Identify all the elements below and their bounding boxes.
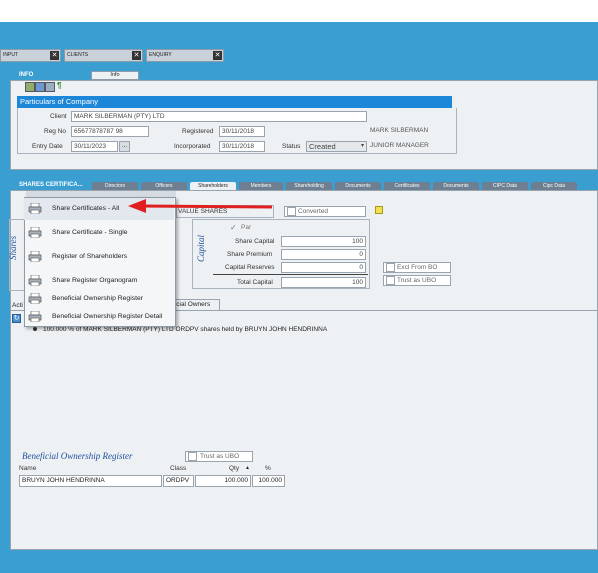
annotation-arrow-icon [128, 199, 273, 213]
window-tab-label: INPUT [3, 52, 18, 58]
total-capital-field[interactable]: 100 [281, 277, 366, 288]
menu-item-label: Share Register Organogram [52, 277, 138, 284]
share-premium-label: Share Premium [227, 251, 273, 258]
tab-members[interactable]: Members [239, 182, 283, 190]
window-tab-label: ENQUIRY [149, 52, 172, 58]
registered-label: Registered [182, 128, 214, 135]
tab-directors[interactable]: Directors [92, 182, 138, 190]
par-check-icon[interactable]: ✓ [230, 223, 237, 232]
converted-field[interactable]: Converted [284, 206, 366, 217]
menu-item-label: Beneficial Ownership Register [52, 295, 144, 302]
row-pct-cell[interactable]: 100.000 [252, 475, 285, 487]
printer-icon[interactable] [45, 82, 55, 92]
total-divider [213, 274, 368, 275]
excl-from-bo-checkbox[interactable] [386, 263, 395, 272]
status-value: Created [309, 142, 336, 151]
menu-item-label: Share Certificate - Single [52, 229, 128, 236]
tab-cipc-data[interactable]: CIPC Data [482, 182, 528, 190]
refresh-icon[interactable]: ↻ [12, 314, 21, 323]
shares-section-title: SHARES CERTIFICA... [19, 182, 83, 188]
menu-item-label: Beneficial Ownership Register Detail [52, 313, 163, 320]
person-role: JUNIOR MANAGER [370, 142, 429, 149]
chevron-down-icon: ▾ [360, 143, 364, 149]
menu-item-register-of-shareholders[interactable]: Register of Shareholders [24, 246, 174, 268]
tab-beneficial-owners[interactable]: ficial Owners [172, 299, 220, 310]
window-tab-input[interactable]: INPUT ✕ [0, 49, 61, 62]
client-label: Client [50, 113, 67, 120]
info-section-title: INFO [19, 72, 34, 78]
entry-date-field[interactable]: 30/11/2023 [71, 141, 118, 152]
tab-shareholding[interactable]: Shareholding [286, 182, 332, 190]
regno-field[interactable]: 65677878787 98 [71, 126, 149, 137]
window-tab-clients[interactable]: CLIENTS ✕ [64, 49, 143, 62]
tab-shareholders[interactable]: Shareholders [190, 182, 236, 190]
window-tab-enquiry[interactable]: ENQUIRY ✕ [146, 49, 224, 62]
row-qty-cell[interactable]: 100.000 [195, 475, 251, 487]
total-capital-label: Total Capital [237, 279, 273, 286]
person-name: MARK SILBERMAN [370, 127, 429, 134]
close-icon[interactable]: ✕ [213, 51, 222, 60]
regno-label: Reg No [44, 128, 67, 135]
col-class-header[interactable]: Class [170, 465, 186, 472]
printer-icon [28, 311, 42, 322]
bo-register-title: Beneficial Ownership Register [22, 451, 133, 461]
printer-icon [28, 251, 42, 262]
tree-icon[interactable]: ¶ [57, 82, 67, 90]
menu-item-label: Share Certificates - All [52, 205, 120, 212]
entry-date-label: Entry Date [32, 143, 63, 150]
share-premium-field[interactable]: 0 [281, 249, 366, 260]
share-capital-label: Share Capital [235, 238, 275, 245]
bo-trust-label: Trust as UBO [200, 453, 240, 460]
save-icon[interactable] [35, 82, 45, 92]
tab-officers[interactable]: Officers [141, 182, 187, 190]
incorporated-label: Incorporated [174, 143, 211, 150]
shares-vertical-label: Shares [8, 235, 18, 260]
close-icon[interactable]: ✕ [132, 51, 141, 60]
converted-label: Converted [298, 208, 328, 215]
converted-checkbox[interactable] [287, 207, 296, 216]
menu-item-label: Register of Shareholders [52, 253, 128, 260]
printer-icon [28, 203, 42, 214]
edit-icon[interactable] [25, 82, 35, 92]
menu-item-beneficial-ownership-register-detail[interactable]: Beneficial Ownership Register Detail [24, 306, 174, 328]
printer-icon [28, 275, 42, 286]
row-name-cell[interactable]: BRUYN JOHN HENDRINNA [19, 475, 162, 487]
col-qty-header[interactable]: Qty [229, 465, 239, 472]
tab-info[interactable]: Info [91, 71, 139, 80]
bo-trust-checkbox[interactable] [188, 452, 197, 461]
capital-vertical-label: Capital [196, 234, 206, 262]
window-tab-label: CLIENTS [67, 52, 89, 58]
trust-as-ubo-label: Trust as UBO [397, 277, 437, 284]
menu-item-share-certificate-single[interactable]: Share Certificate - Single [24, 222, 174, 244]
trust-as-ubo-field[interactable]: Trust as UBO [383, 275, 451, 286]
tab-documents-2[interactable]: Documents [433, 182, 479, 190]
close-icon[interactable]: ✕ [50, 51, 59, 60]
excl-from-bo-label: Excl From BO [397, 264, 438, 271]
row-class-cell[interactable]: ORDPV [163, 475, 194, 487]
tab-cipc-data-2[interactable]: Cipc Data [531, 182, 577, 190]
col-name-header[interactable]: Name [19, 465, 36, 472]
printer-icon [28, 227, 42, 238]
tab-certificates[interactable]: Certificates [384, 182, 430, 190]
top-bar [0, 0, 598, 22]
client-field[interactable]: MARK SILBERMAN (PTY) LTD [71, 111, 367, 122]
bo-trust-field[interactable]: Trust as UBO [185, 451, 253, 462]
tab-documents[interactable]: Documents [335, 182, 381, 190]
capital-reserves-label: Capital Reserves [225, 264, 275, 271]
sort-asc-icon: ▲ [245, 465, 250, 471]
particulars-section-bar: Particulars of Company [17, 96, 452, 108]
status-label: Status [282, 143, 301, 150]
trust-as-ubo-checkbox[interactable] [386, 276, 395, 285]
par-label: Par [241, 224, 252, 231]
date-picker-button[interactable]: ... [119, 141, 130, 152]
printer-icon [28, 293, 42, 304]
incorporated-field[interactable]: 30/11/2018 [219, 141, 265, 152]
note-icon[interactable] [375, 206, 383, 214]
registered-field[interactable]: 30/11/2018 [219, 126, 265, 137]
capital-reserves-field[interactable]: 0 [281, 262, 366, 273]
excl-from-bo-field[interactable]: Excl From BO [383, 262, 451, 273]
share-capital-field[interactable]: 100 [281, 236, 366, 247]
status-select[interactable]: Created ▾ [306, 141, 367, 152]
col-pct-header[interactable]: % [265, 465, 271, 472]
